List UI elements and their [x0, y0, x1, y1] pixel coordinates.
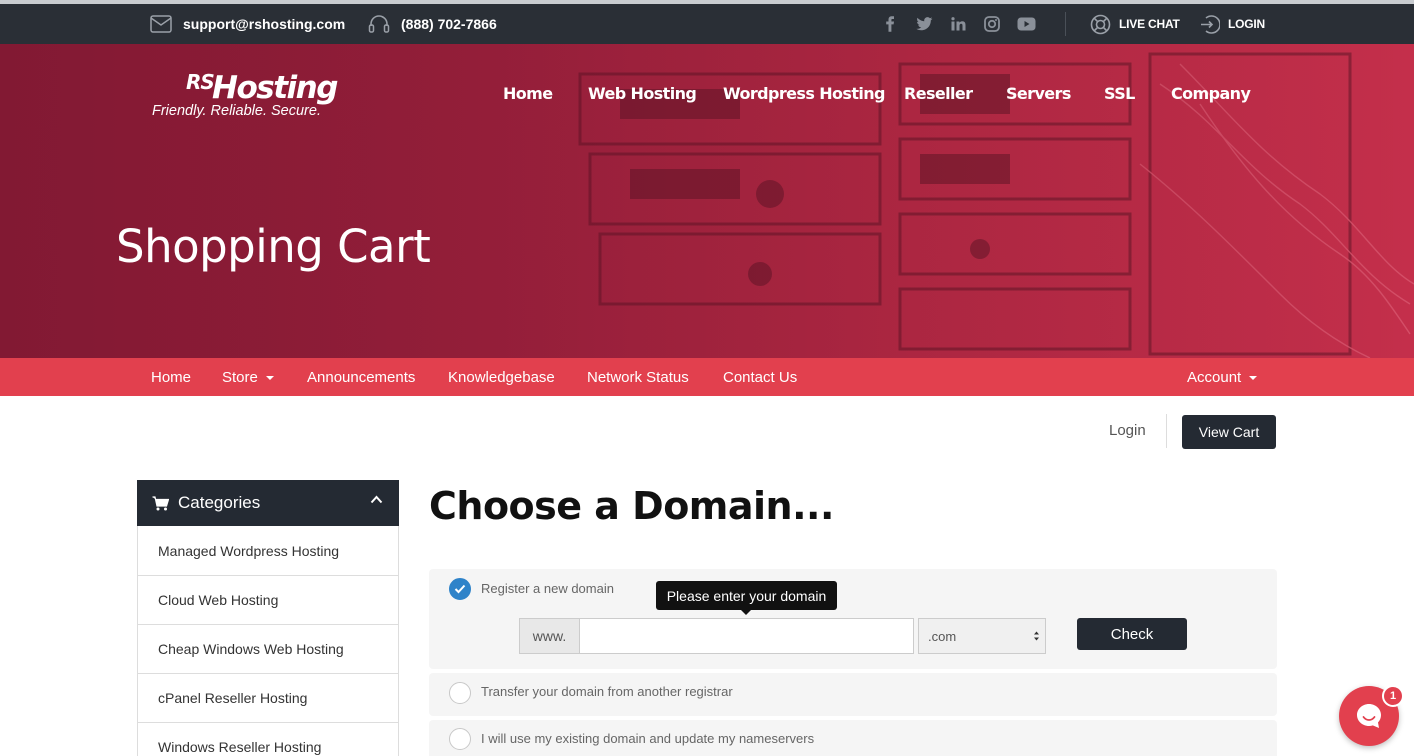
category-item[interactable]: Cloud Web Hosting [138, 575, 398, 624]
category-item[interactable]: Managed Wordpress Hosting [138, 526, 398, 575]
main-nav: Home Web Hosting Wordpress Hosting Resel… [0, 84, 1414, 106]
existing-domain-option[interactable]: I will use my existing domain and update… [429, 720, 1277, 756]
topbar-divider [1065, 12, 1066, 36]
nav-home[interactable]: Home [503, 84, 553, 103]
social-links [880, 4, 1036, 44]
register-domain-label: Register a new domain [481, 581, 614, 596]
transfer-domain-radio[interactable] [449, 682, 471, 704]
transfer-domain-label: Transfer your domain from another regist… [481, 684, 733, 699]
nav-servers[interactable]: Servers [1006, 84, 1071, 103]
support-phone-link[interactable]: (888) 702-7866 [368, 4, 497, 44]
www-prefix: www. [519, 618, 580, 654]
login-label: LOGIN [1228, 17, 1265, 31]
category-item[interactable]: Cheap Windows Web Hosting [138, 624, 398, 673]
shopping-cart-icon [152, 495, 169, 510]
support-email-link[interactable]: support@rshosting.com [150, 4, 345, 44]
checkmark-icon [454, 584, 466, 594]
register-domain-option[interactable]: Register a new domain www. .com Check [429, 569, 1277, 669]
caret-down-icon [1249, 376, 1258, 381]
store-nav: Home Store Announcements Knowledgebase N… [0, 358, 1414, 396]
categories-header[interactable]: Categories [137, 480, 399, 526]
choose-domain-heading: Choose a Domain... [429, 484, 834, 528]
facebook-icon[interactable] [880, 14, 900, 34]
top-bar: support@rshosting.com (888) 702-7866 LIV… [0, 0, 1414, 44]
support-phone: (888) 702-7866 [401, 16, 497, 32]
subnav-contact-us[interactable]: Contact Us [723, 369, 797, 386]
login-arrow-icon [1201, 14, 1220, 34]
subnav-account[interactable]: Account [1187, 369, 1258, 386]
check-domain-button[interactable]: Check [1077, 618, 1187, 650]
login-link[interactable]: LOGIN [1199, 4, 1265, 44]
live-chat-link[interactable]: LIVE CHAT [1090, 4, 1180, 44]
tld-select[interactable]: .com [918, 618, 1046, 654]
headset-icon [368, 15, 390, 33]
subnav-store[interactable]: Store [222, 369, 274, 386]
lifebuoy-icon [1090, 14, 1111, 34]
register-domain-radio[interactable] [449, 578, 471, 600]
select-arrows-icon [1034, 631, 1039, 641]
page-title: Shopping Cart [116, 220, 431, 273]
domain-tooltip: Please enter your domain [656, 581, 837, 615]
linkedin-icon[interactable] [948, 14, 968, 34]
tld-selected-value: .com [928, 628, 957, 644]
subnav-knowledgebase[interactable]: Knowledgebase [448, 369, 555, 386]
live-chat-label: LIVE CHAT [1119, 17, 1180, 31]
chevron-up-icon[interactable] [370, 495, 383, 504]
existing-domain-label: I will use my existing domain and update… [481, 731, 815, 746]
nav-company[interactable]: Company [1171, 84, 1251, 103]
chat-bubble-icon [1357, 704, 1381, 728]
nav-wordpress-hosting[interactable]: Wordpress Hosting [723, 84, 886, 103]
hero-banner: RS Hosting Friendly. Reliable. Secure. H… [0, 44, 1414, 358]
youtube-icon[interactable] [1016, 14, 1036, 34]
categories-title: Categories [178, 493, 261, 512]
subnav-store-label: Store [222, 369, 258, 386]
domain-search-input[interactable] [579, 618, 914, 654]
category-item[interactable]: Windows Reseller Hosting [138, 722, 398, 756]
nav-web-hosting[interactable]: Web Hosting [588, 84, 697, 103]
cart-actions-divider [1166, 414, 1167, 448]
caret-down-icon [265, 376, 274, 381]
subnav-home[interactable]: Home [151, 369, 191, 386]
transfer-domain-option[interactable]: Transfer your domain from another regist… [429, 673, 1277, 716]
subnav-network-status[interactable]: Network Status [587, 369, 689, 386]
existing-domain-radio[interactable] [449, 728, 471, 750]
categories-panel: Categories Managed Wordpress Hosting Clo… [137, 480, 399, 756]
envelope-icon [150, 15, 172, 33]
view-cart-button[interactable]: View Cart [1182, 415, 1276, 449]
subnav-account-label: Account [1187, 369, 1242, 386]
nav-reseller[interactable]: Reseller [904, 84, 973, 103]
chat-notification-badge: 1 [1382, 685, 1404, 707]
subnav-announcements[interactable]: Announcements [307, 369, 415, 386]
instagram-icon[interactable] [982, 14, 1002, 34]
support-email: support@rshosting.com [183, 16, 346, 32]
nav-ssl[interactable]: SSL [1104, 84, 1135, 103]
category-item[interactable]: cPanel Reseller Hosting [138, 673, 398, 722]
cart-login-link[interactable]: Login [1109, 422, 1146, 439]
twitter-icon[interactable] [914, 14, 934, 34]
